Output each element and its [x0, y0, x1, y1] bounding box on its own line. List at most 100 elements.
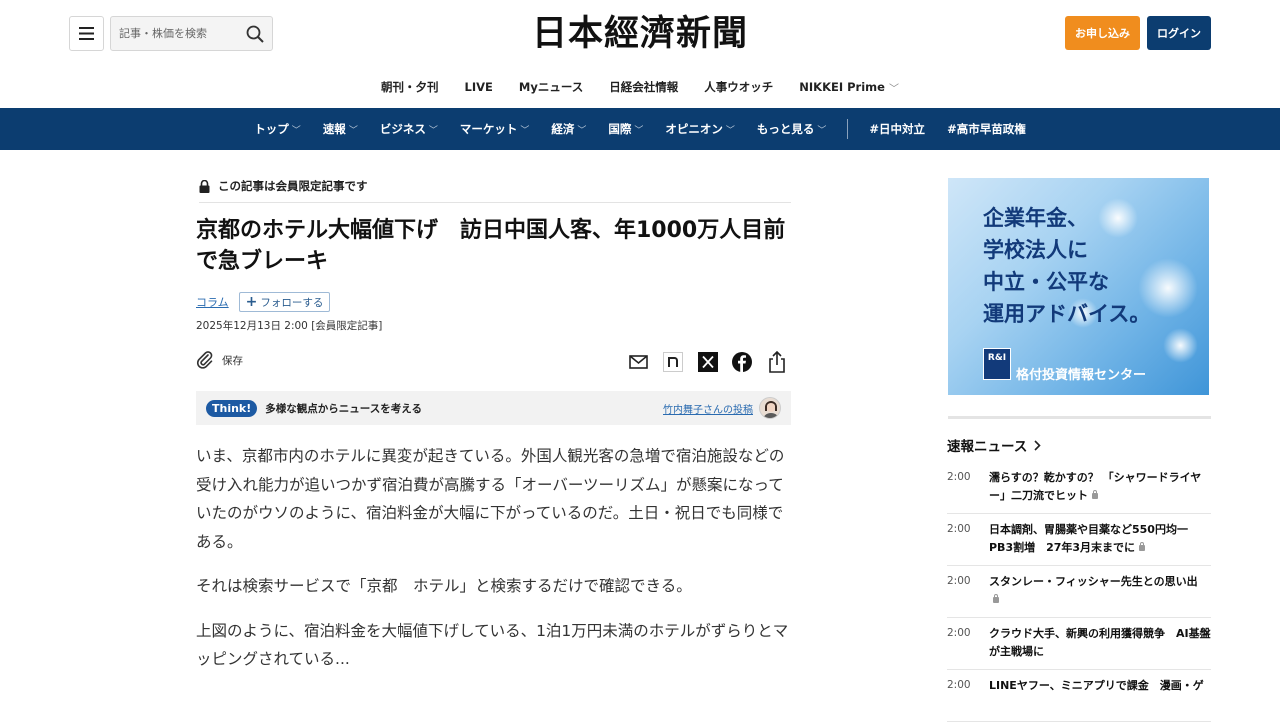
share-button[interactable] [765, 350, 789, 374]
list-item[interactable]: 2:00 濡らすの？乾かすの？ 「シャワードライヤー」二刀流でヒット [947, 462, 1211, 514]
note-icon [663, 352, 683, 372]
main-navigation: トップ ﹀ 速報 ﹀ ビジネス ﹀ マーケット ﹀ 経済 ﹀ 国際 ﹀ オピニオン ﹀ もっと… [0, 108, 1280, 150]
news-time: 2:00 [947, 523, 971, 535]
think-author-link[interactable]: 竹内舞子さんの投稿 [663, 401, 753, 416]
subscribe-button[interactable]: お申し込み [1065, 16, 1140, 50]
subnav-item-prime[interactable]: NIKKEI Prime ﹀ [799, 80, 899, 95]
nav-item-label: オピニオン [665, 122, 723, 136]
news-title-text: クラウド大手、新興の利用獲得競争 AI基盤が主戦場に [989, 627, 1211, 658]
breaking-news-heading[interactable]: 速報ニュース [947, 435, 1041, 455]
list-item[interactable]: 2:00 クラウド大手、新興の利用獲得競争 AI基盤が主戦場に [947, 618, 1211, 670]
nav-divider [847, 119, 849, 139]
nav-item-label: マーケット [459, 122, 518, 136]
list-item[interactable]: 2:00 LINEヤフー、ミニアプリで課金 漫画・ゲ [947, 670, 1211, 722]
breaking-news-list: 2:00 濡らすの？乾かすの？ 「シャワードライヤー」二刀流でヒット 2:00 … [947, 462, 1211, 722]
article-paragraph: 上図のように、宿泊料金を大幅値下げしている、1泊1万円未満のホテルがずらりとマッ… [196, 621, 789, 669]
chevron-down-icon: ﹀ [725, 125, 735, 136]
nav-item-business[interactable]: ビジネス ﹀ [380, 121, 438, 137]
subnav-item-label: 朝刊・夕刊 [381, 80, 439, 94]
lock-icon [1139, 542, 1146, 551]
nav-item-breaking[interactable]: 速報 ﹀ [323, 121, 358, 137]
search-icon[interactable] [246, 25, 264, 43]
chevron-down-icon: ﹀ [428, 125, 438, 136]
subnav-item-label: 日経会社情報 [609, 80, 679, 94]
think-bar: Think! 多様な観点からニュースを考える 竹内舞子さんの投稿 [196, 391, 791, 425]
subnav-item-live[interactable]: LIVE [465, 80, 493, 94]
ad-brand-name: 格付投資情報センター [1016, 368, 1147, 383]
facebook-icon [732, 352, 752, 372]
chevron-down-icon: ﹀ [520, 125, 530, 136]
news-title: 日本調剤、胃腸薬や目薬など550円均一 PB3割増 27年3月末までに [989, 521, 1211, 557]
news-title-text: 日本調剤、胃腸薬や目薬など550円均一 PB3割増 27年3月末までに [989, 523, 1188, 554]
subnav-item-company-info[interactable]: 日経会社情報 [609, 79, 678, 95]
list-item[interactable]: 2:00 日本調剤、胃腸薬や目薬など550円均一 PB3割増 27年3月末までに [947, 514, 1211, 566]
article-paragraph: いま、京都市内のホテルに異変が起きている。外国人観光客の急増で宿泊施設などの受け… [196, 447, 785, 551]
nav-item-label: もっと見る [756, 122, 815, 136]
paperclip-icon [196, 351, 213, 369]
x-icon [698, 352, 718, 372]
chevron-down-icon: ﹀ [634, 125, 644, 136]
sub-navigation: 朝刊・夕刊 LIVE Myニュース 日経会社情報 人事ウオッチ NIKKEI P… [0, 66, 1280, 108]
save-button[interactable]: 保存 [196, 350, 243, 370]
think-badge: Think! [206, 399, 258, 417]
share-icon [769, 351, 785, 373]
ad-copy-line: 学校法人に [983, 238, 1088, 262]
news-time: 2:00 [947, 471, 971, 483]
nav-item-market[interactable]: マーケット ﹀ [460, 121, 530, 137]
news-time: 2:00 [947, 627, 971, 639]
nav-item-label: ビジネス [379, 122, 426, 136]
nav-hashtag-takaichi[interactable]: #高市早苗政権 [947, 121, 1026, 137]
login-button[interactable]: ログイン [1147, 16, 1211, 50]
search-input[interactable] [111, 17, 231, 50]
category-link[interactable]: コラム [196, 294, 229, 310]
plus-icon: + [245, 294, 258, 310]
person-avatar-icon [763, 401, 779, 418]
advertisement-banner[interactable]: 企業年金、 学校法人に 中立・公平な 運用アドバイス。 R&I 格付投資情報セン… [948, 178, 1209, 395]
nav-item-economy[interactable]: 経済 ﹀ [551, 121, 586, 137]
chevron-down-icon: ﹀ [817, 125, 827, 136]
nav-item-more[interactable]: もっと見る ﹀ [757, 121, 827, 137]
news-time: 2:00 [947, 575, 971, 587]
subnav-item-print[interactable]: 朝刊・夕刊 [381, 79, 439, 95]
hamburger-icon [79, 27, 94, 40]
think-description: 多様な観点からニュースを考える [265, 402, 422, 415]
news-time: 2:00 [947, 679, 971, 691]
breaking-news-title: 速報ニュース [947, 439, 1028, 455]
article-meta: コラム + フォローする [196, 292, 331, 312]
chevron-down-icon: ﹀ [888, 83, 899, 95]
ad-copy-line: 中立・公平な [983, 270, 1109, 294]
note-share-button[interactable] [661, 350, 685, 374]
hamburger-menu-button[interactable] [69, 16, 104, 51]
nav-item-opinion[interactable]: オピニオン ﹀ [665, 121, 735, 137]
news-title-text: スタンレー・フィッシャー先生との思い出 [989, 575, 1198, 588]
chevron-down-icon: ﹀ [577, 125, 587, 136]
article-toolbar: 保存 [196, 348, 791, 376]
chevron-right-icon [1034, 439, 1041, 451]
ad-sparkle [1163, 328, 1198, 363]
news-title: クラウド大手、新興の利用獲得競争 AI基盤が主戦場に [989, 625, 1211, 661]
x-share-button[interactable] [696, 350, 720, 374]
subnav-item-personnel[interactable]: 人事ウオッチ [704, 79, 773, 95]
subnav-item-label: 人事ウオッチ [704, 80, 774, 94]
follow-button[interactable]: + フォローする [238, 292, 331, 312]
chevron-down-icon: ﹀ [291, 125, 301, 136]
site-logo[interactable]: 日本經濟新聞 [490, 12, 790, 56]
members-only-notice: この記事は会員限定記事です [199, 178, 791, 203]
nav-hashtag-china-japan[interactable]: #日中対立 [869, 121, 925, 137]
nav-item-international[interactable]: 国際 ﹀ [608, 121, 643, 137]
nav-item-top[interactable]: トップ ﹀ [254, 121, 301, 137]
article-paragraph: それは検索サービスで「京都 ホテル」と検索するだけで確認できる。 [196, 577, 692, 595]
mail-share-button[interactable] [626, 350, 650, 374]
facebook-share-button[interactable] [730, 350, 754, 374]
article-headline: 京都のホテル大幅値下げ 訪日中国人客、年1000万人目前で急ブレーキ [196, 218, 786, 274]
site-header: 日本經濟新聞 お申し込み ログイン [0, 0, 1280, 65]
nav-item-label: トップ [254, 122, 289, 136]
subnav-item-label: NIKKEI Prime [799, 80, 885, 94]
subnav-item-label: Myニュース [518, 80, 584, 94]
subnav-item-label: LIVE [464, 80, 493, 94]
list-item[interactable]: 2:00 スタンレー・フィッシャー先生との思い出 [947, 566, 1211, 618]
search-box [110, 16, 273, 51]
avatar[interactable] [759, 397, 781, 419]
subnav-item-mynews[interactable]: Myニュース [519, 79, 583, 95]
lock-icon [993, 594, 999, 603]
